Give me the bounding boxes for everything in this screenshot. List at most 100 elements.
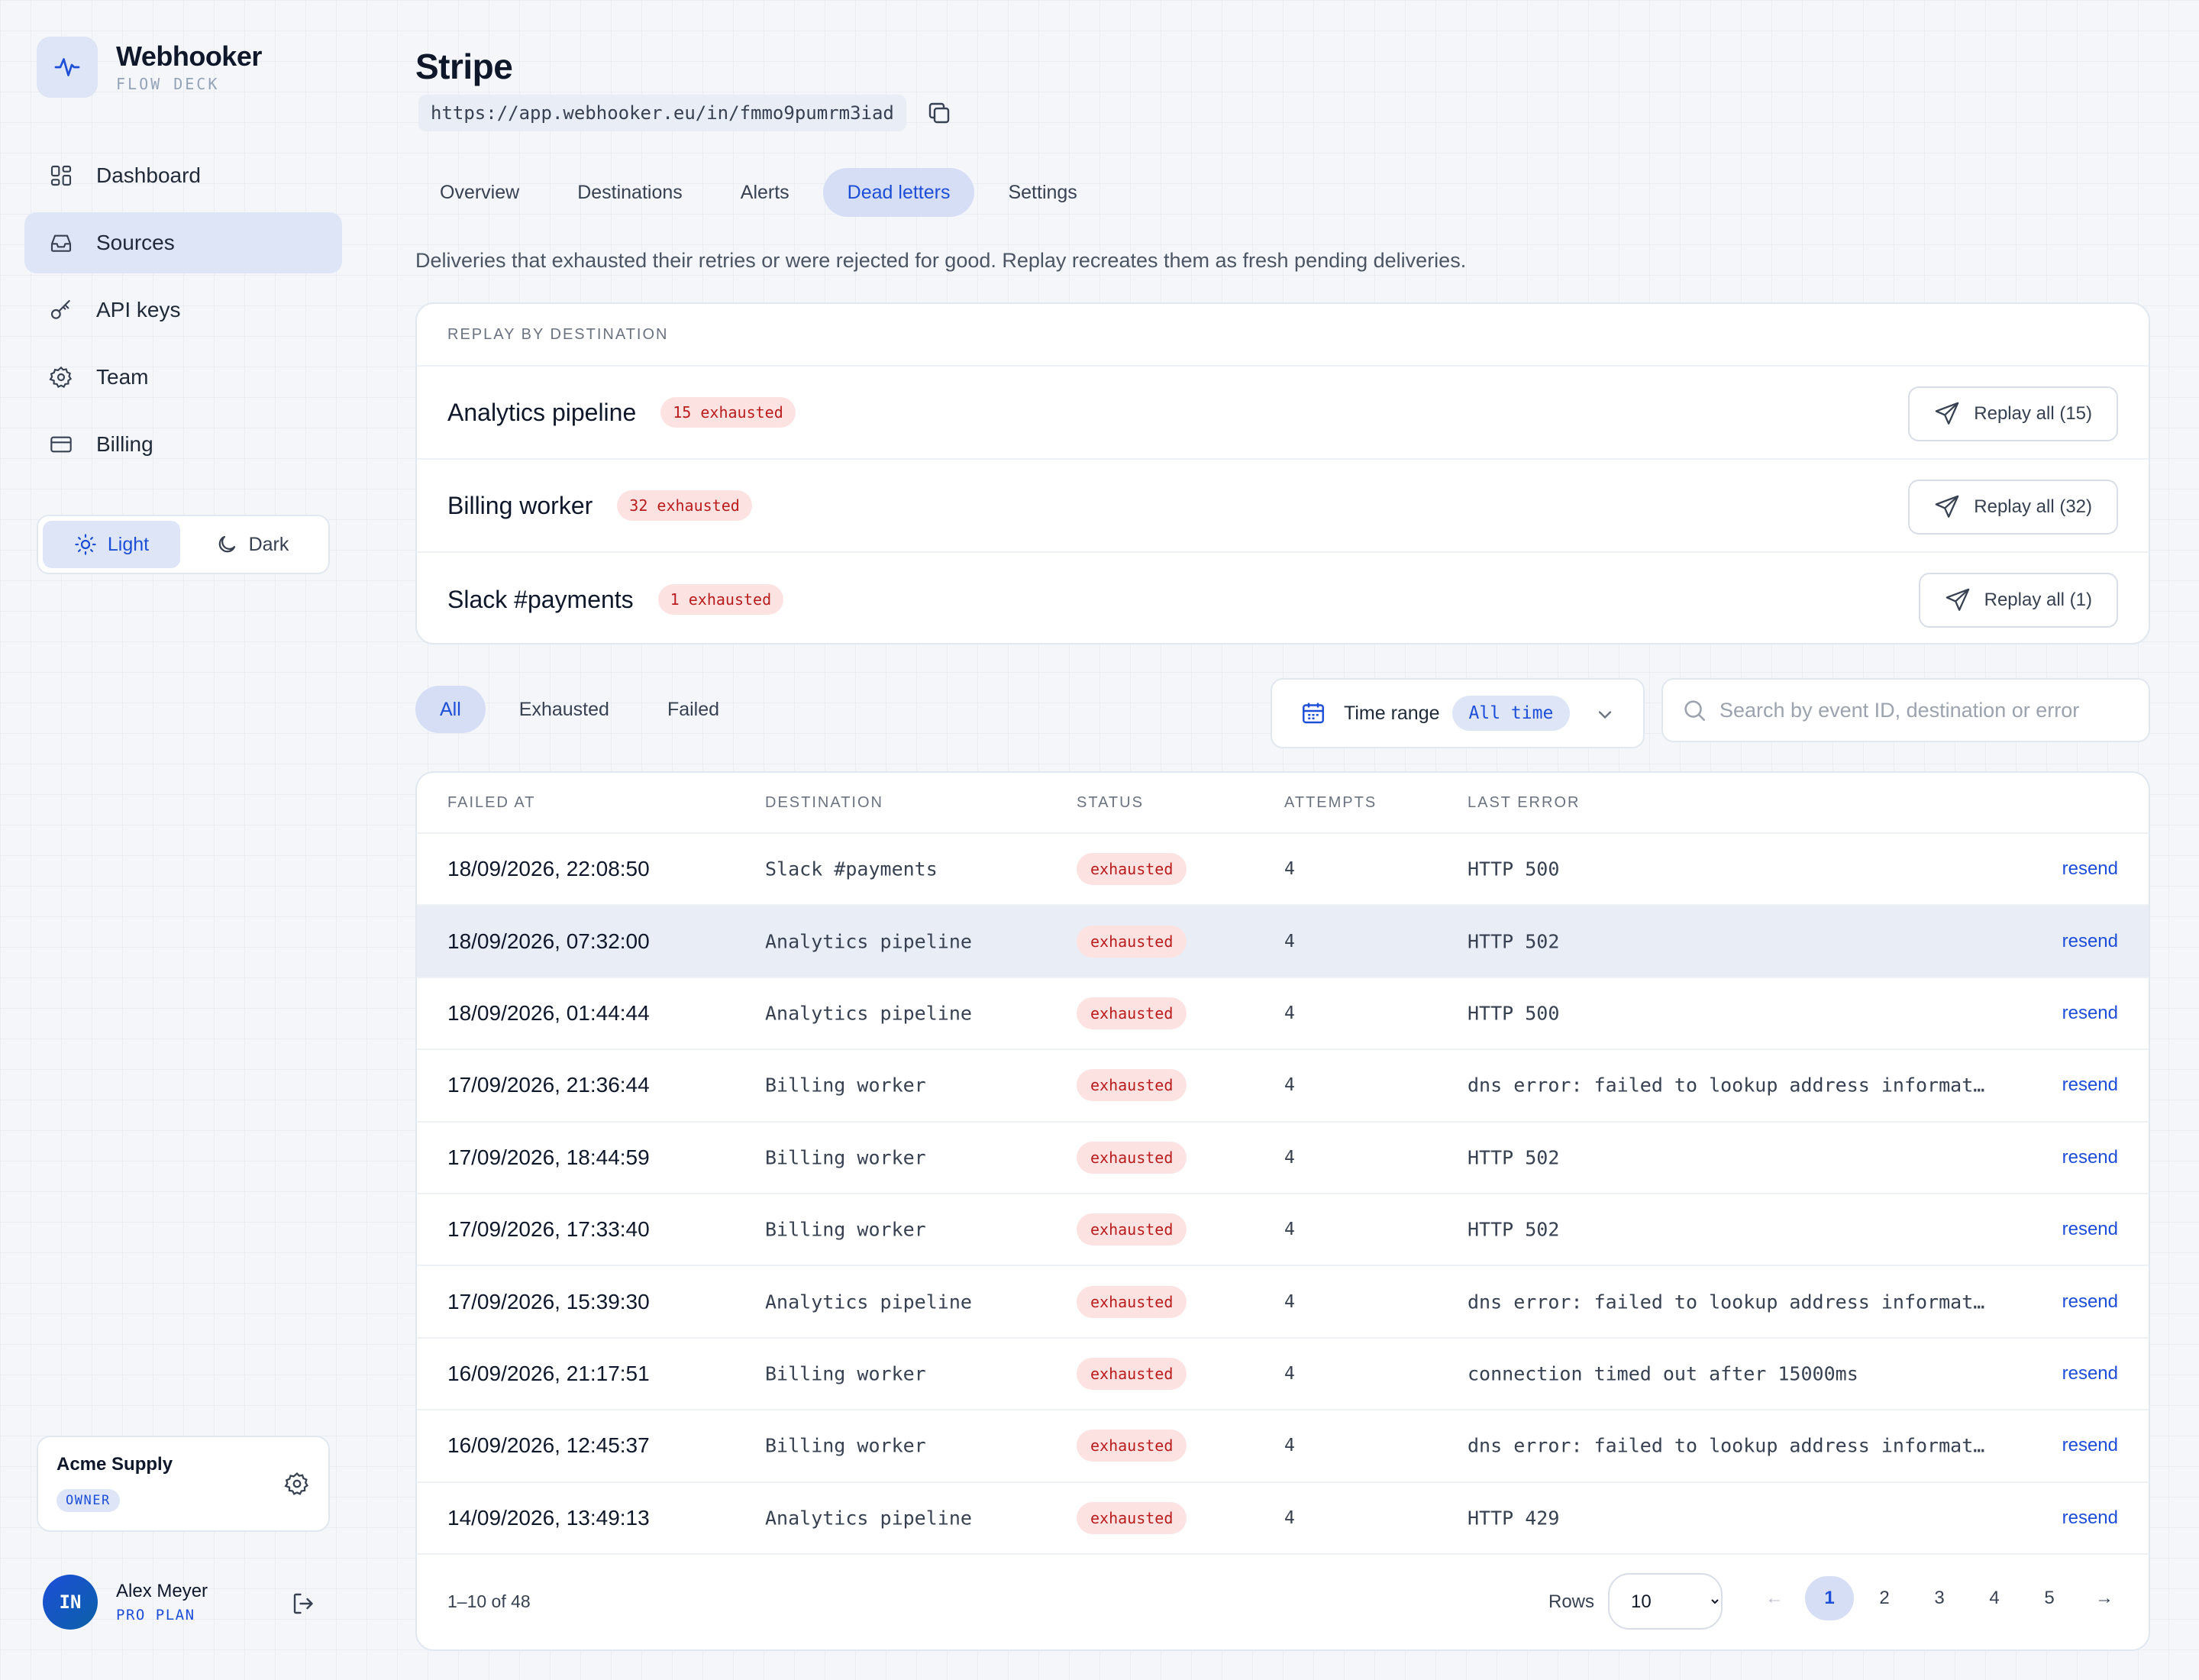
table-row[interactable]: 18/09/2026, 07:32:00 Analytics pipeline ex…: [417, 906, 2149, 978]
resend-link[interactable]: resend: [2062, 1291, 2118, 1313]
org-card[interactable]: Acme Supply OWNER: [37, 1436, 330, 1532]
resend-link[interactable]: resend: [2062, 858, 2118, 880]
page-button-4[interactable]: 4: [1970, 1576, 2019, 1620]
cell-attempts: 4: [1284, 1220, 1295, 1240]
sidebar-item-billing[interactable]: Billing: [24, 414, 342, 475]
org-name: Acme Supply: [57, 1454, 173, 1475]
user-plan: PRO PLAN: [116, 1607, 195, 1623]
replay-row: Analytics pipeline 15 exhausted Replay a…: [417, 367, 2149, 460]
rows-per-page-select[interactable]: 10: [1608, 1573, 1723, 1630]
resend-link[interactable]: resend: [2062, 1147, 2118, 1168]
cell-attempts: 4: [1284, 1507, 1295, 1528]
send-icon: [1935, 495, 1959, 518]
filter-exhausted[interactable]: Exhausted: [495, 686, 634, 733]
cell-last-error: HTTP 502: [1468, 1146, 1560, 1169]
column-header-status[interactable]: STATUS: [1077, 794, 1144, 812]
replay-destination-name: Slack #payments: [447, 585, 634, 613]
column-header-destination[interactable]: DESTINATION: [765, 794, 883, 812]
tab-destinations[interactable]: Destinations: [553, 168, 707, 217]
table-row[interactable]: 16/09/2026, 12:45:37 Billing worker exhaus…: [417, 1410, 2149, 1483]
cell-attempts: 4: [1284, 1075, 1295, 1096]
column-header-attempts[interactable]: ATTEMPTS: [1284, 794, 1377, 812]
logout-icon[interactable]: [290, 1590, 318, 1621]
column-header-last-error[interactable]: LAST ERROR: [1468, 794, 1580, 812]
avatar[interactable]: IN: [43, 1575, 98, 1630]
resend-link[interactable]: resend: [2062, 1219, 2118, 1240]
theme-dark-button[interactable]: Dark: [183, 521, 321, 568]
page-button-2[interactable]: 2: [1860, 1576, 1909, 1620]
time-range-label: Time range: [1344, 702, 1440, 724]
dead-letters-table: FAILED AT DESTINATION STATUS ATTEMPTS LA…: [415, 771, 2150, 1651]
tab-settings[interactable]: Settings: [983, 168, 1101, 217]
copy-icon[interactable]: [925, 99, 953, 131]
page-button-5[interactable]: 5: [2025, 1576, 2074, 1620]
pulse-icon: [37, 37, 98, 98]
user-name: Alex Meyer: [116, 1581, 208, 1601]
page-button-1[interactable]: 1: [1805, 1576, 1854, 1620]
org-settings-gear-icon[interactable]: [284, 1471, 310, 1501]
tab-dead-letters[interactable]: Dead letters: [822, 168, 975, 217]
replay-all-button[interactable]: Replay all (15): [1908, 386, 2118, 441]
sidebar-item-sources[interactable]: Sources: [24, 212, 342, 273]
time-range-dropdown[interactable]: Time range All time: [1271, 678, 1645, 748]
table-row[interactable]: 18/09/2026, 22:08:50 Slack #payments exhau…: [417, 834, 2149, 906]
tab-alerts[interactable]: Alerts: [716, 168, 814, 217]
resend-link[interactable]: resend: [2062, 1435, 2118, 1456]
replay-all-label: Replay all (32): [1974, 496, 2092, 517]
table-row[interactable]: 18/09/2026, 01:44:44 Analytics pipeline ex…: [417, 978, 2149, 1051]
cell-destination: Analytics pipeline: [765, 1507, 972, 1530]
search-icon: [1684, 700, 1706, 722]
resend-link[interactable]: resend: [2062, 931, 2118, 952]
resend-link[interactable]: resend: [2062, 1003, 2118, 1024]
status-badge: exhausted: [1077, 1213, 1187, 1246]
cell-failed-at: 14/09/2026, 13:49:13: [447, 1505, 650, 1530]
filter-failed[interactable]: Failed: [643, 686, 744, 733]
theme-toggle: Light Dark: [37, 515, 330, 574]
table-footer: 1–10 of 48 Rows 10 ← 1 2 3 4 5 →: [417, 1555, 2149, 1649]
status-badge: exhausted: [1077, 1069, 1187, 1102]
ingest-url: https://app.webhooker.eu/in/fmmo9pumrm3i…: [418, 95, 906, 131]
cell-destination: Analytics pipeline: [765, 1291, 972, 1313]
cell-failed-at: 17/09/2026, 18:44:59: [447, 1145, 650, 1169]
replay-all-button[interactable]: Replay all (32): [1908, 480, 2118, 535]
tab-overview[interactable]: Overview: [415, 168, 544, 217]
sidebar-item-team[interactable]: Team: [24, 347, 342, 408]
sidebar-item-label: Team: [96, 365, 149, 389]
table-row[interactable]: 17/09/2026, 18:44:59 Billing worker exhaus…: [417, 1123, 2149, 1194]
next-page-button[interactable]: →: [2080, 1576, 2129, 1620]
filter-all[interactable]: All: [415, 686, 486, 733]
resend-link[interactable]: resend: [2062, 1363, 2118, 1384]
send-icon: [1946, 588, 1969, 611]
theme-light-button[interactable]: Light: [43, 521, 180, 568]
column-header-failed-at[interactable]: FAILED AT: [447, 794, 535, 812]
sidebar-item-api-keys[interactable]: API keys: [24, 279, 342, 341]
table-row[interactable]: 14/09/2026, 13:49:13 Analytics pipeline ex…: [417, 1483, 2149, 1555]
cell-attempts: 4: [1284, 931, 1295, 951]
search-box: [1661, 678, 2150, 742]
table-row[interactable]: 17/09/2026, 17:33:40 Billing worker exhaus…: [417, 1194, 2149, 1267]
brand-name: Webhooker: [116, 40, 262, 72]
table-row[interactable]: 17/09/2026, 15:39:30 Analytics pipeline ex…: [417, 1266, 2149, 1339]
table-row[interactable]: 16/09/2026, 21:17:51 Billing worker exhaus…: [417, 1339, 2149, 1411]
cell-failed-at: 17/09/2026, 17:33:40: [447, 1217, 650, 1242]
sidebar-item-dashboard[interactable]: Dashboard: [24, 145, 342, 206]
search-input[interactable]: [1719, 698, 2147, 722]
resend-link[interactable]: resend: [2062, 1074, 2118, 1096]
replay-all-button[interactable]: Replay all (1): [1918, 573, 2118, 628]
sun-icon: [75, 534, 96, 555]
resend-link[interactable]: resend: [2062, 1507, 2118, 1529]
sidebar-item-label: Billing: [96, 432, 153, 456]
brand[interactable]: Webhooker FLOW DECK: [37, 37, 262, 98]
pagination: ← 1 2 3 4 5 →: [1750, 1576, 2135, 1620]
page-button-3[interactable]: 3: [1915, 1576, 1964, 1620]
cell-last-error: dns error: failed to lookup address info…: [1468, 1074, 1985, 1097]
cell-last-error: dns error: failed to lookup address info…: [1468, 1291, 1985, 1313]
pagination-range: 1–10 of 48: [447, 1591, 531, 1611]
table-row[interactable]: 17/09/2026, 21:36:44 Billing worker exhaus…: [417, 1050, 2149, 1123]
prev-page-button[interactable]: ←: [1750, 1576, 1799, 1620]
dashboard-icon: [49, 163, 73, 188]
key-icon: [49, 298, 73, 322]
cell-last-error: connection timed out after 15000ms: [1468, 1362, 1858, 1385]
credit-card-icon: [49, 432, 73, 457]
status-badge: exhausted: [1077, 997, 1187, 1029]
